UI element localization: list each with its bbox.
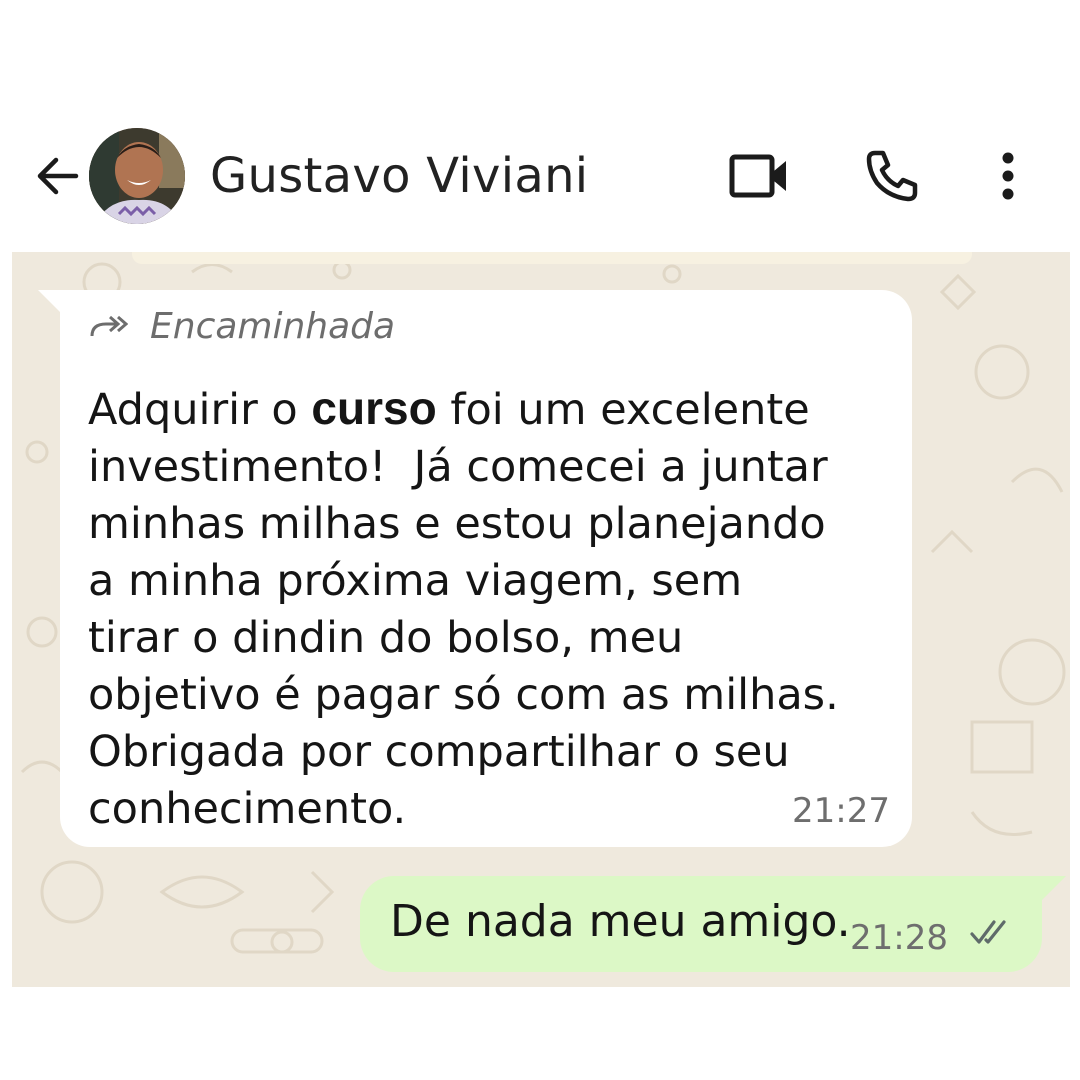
chat-header: Gustavo Viviani — [0, 120, 1080, 230]
menu-button[interactable] — [990, 146, 1026, 206]
avatar-photo — [89, 128, 185, 224]
incoming-message-text: Adquirir o curso foi um excelente invest… — [88, 380, 888, 838]
more-vert-icon — [1002, 152, 1014, 200]
outgoing-message-time: 21:28 — [850, 918, 948, 958]
incoming-message-bubble[interactable]: Encaminhada Adquirir o curso foi um exce… — [60, 290, 912, 847]
previous-bubble-edge — [132, 252, 972, 264]
forwarded-label: Encaminhada — [150, 306, 396, 347]
video-call-button[interactable] — [726, 146, 792, 206]
incoming-message-time: 21:27 — [792, 791, 890, 831]
contact-name[interactable]: Gustavo Viviani — [210, 148, 588, 204]
outgoing-message-text: De nada meu amigo. — [390, 896, 851, 947]
forwarded-icon — [90, 315, 128, 336]
message-text-part: Adquirir o — [88, 385, 312, 435]
message-text-part: foi um excelente investimento! Já comece… — [88, 385, 839, 834]
voice-call-button[interactable] — [860, 146, 924, 206]
double-check-icon — [970, 920, 1006, 944]
chat-area[interactable]: Encaminhada Adquirir o curso foi um exce… — [12, 252, 1070, 987]
message-bold-word: curso — [311, 382, 437, 434]
avatar[interactable] — [89, 128, 185, 224]
phone-icon — [866, 150, 918, 202]
video-call-icon — [729, 154, 786, 198]
forwarded-indicator: Encaminhada — [88, 306, 395, 347]
back-button[interactable] — [30, 150, 82, 202]
back-arrow-icon — [37, 157, 79, 195]
outgoing-bubble-tail — [1042, 876, 1066, 900]
outgoing-message-bubble[interactable]: De nada meu amigo. 21:28 — [360, 876, 1042, 972]
